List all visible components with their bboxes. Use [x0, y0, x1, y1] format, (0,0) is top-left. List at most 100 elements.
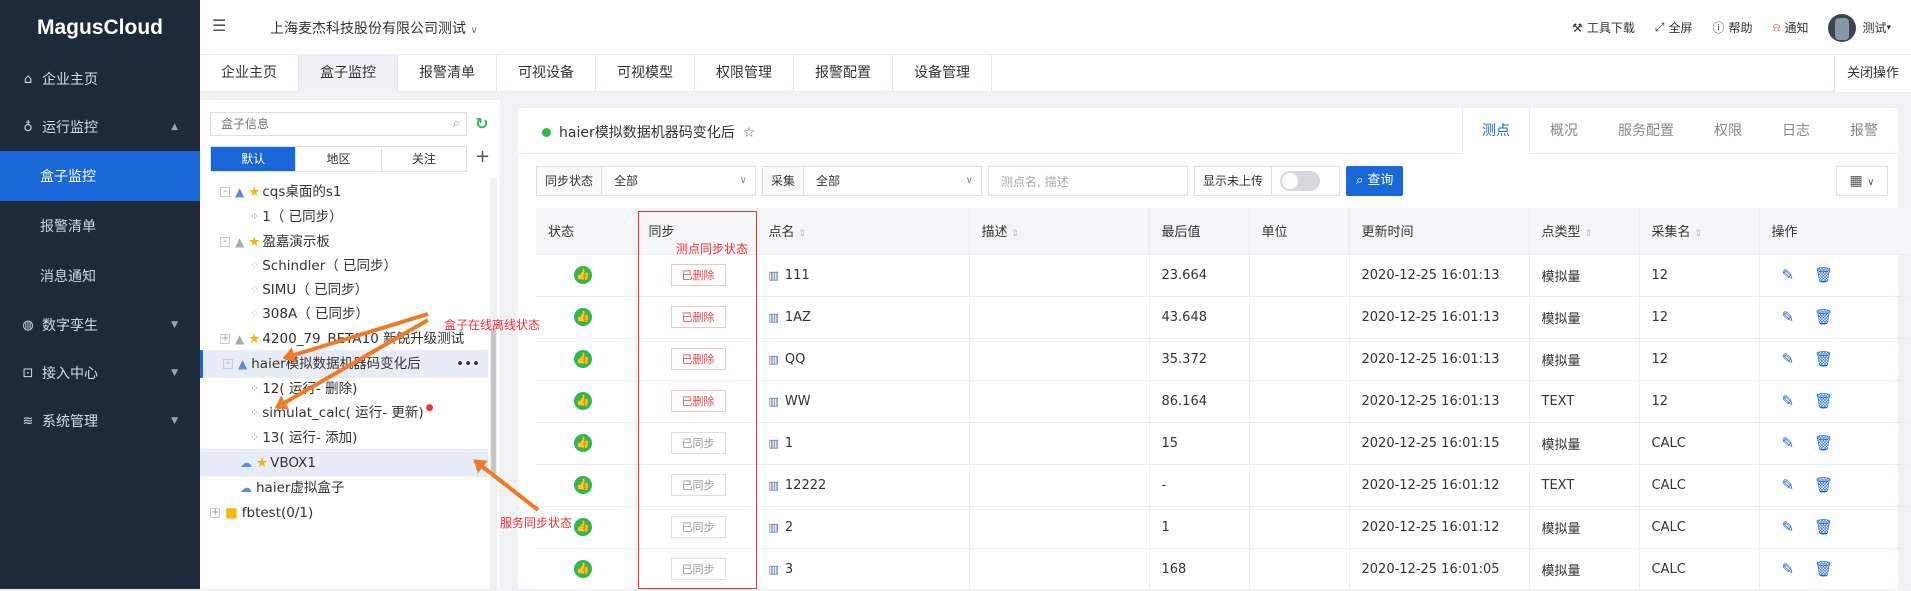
tree-node[interactable]: ⁘ 1（ 已同步）: [250, 203, 343, 231]
tab-device-mgmt[interactable]: 设备管理: [893, 55, 992, 92]
tab-alarm-config[interactable]: 报警配置: [794, 55, 893, 92]
sort-icon[interactable]: ⇕: [1012, 229, 1020, 239]
trend-icon[interactable]: ▥: [769, 437, 779, 450]
col-name[interactable]: 点名 ⇕: [756, 208, 970, 255]
user-menu[interactable]: 测试 ▾: [1828, 13, 1891, 42]
sort-icon[interactable]: ⇕: [799, 229, 807, 239]
refresh-icon[interactable]: ↻: [475, 114, 488, 133]
name-cell[interactable]: ▥ 111: [756, 254, 970, 297]
tab-permission[interactable]: 权限: [1694, 108, 1762, 154]
tab-service-config[interactable]: 服务配置: [1598, 108, 1694, 154]
collect-select[interactable]: 采集 全部 ∨: [762, 166, 982, 196]
tree-node[interactable]: - ▲ ★ cqs桌面的s1: [220, 178, 342, 206]
edit-icon[interactable]: ✎: [1782, 350, 1795, 368]
edit-icon[interactable]: ✎: [1782, 518, 1795, 536]
tab-alarms[interactable]: 报警清单: [398, 55, 497, 92]
sidebar-item-box-monitor[interactable]: 盒子监控: [0, 151, 200, 201]
tab-points[interactable]: 测点: [1462, 108, 1530, 154]
sync-status-select[interactable]: 同步状态 全部 ∨: [536, 166, 756, 196]
tab-log[interactable]: 日志: [1762, 108, 1830, 154]
tree-node[interactable]: ⁘ 13( 运行- 添加): [250, 424, 357, 452]
edit-icon[interactable]: ✎: [1782, 476, 1795, 494]
collapse-icon[interactable]: -: [220, 237, 230, 247]
box-search-input[interactable]: [211, 113, 431, 135]
trend-icon[interactable]: ▥: [769, 311, 779, 324]
expand-icon[interactable]: +: [210, 508, 220, 518]
scrollbar-thumb[interactable]: [491, 328, 496, 478]
tool-download-button[interactable]: ⚒ 工具下载: [1572, 19, 1635, 36]
more-icon[interactable]: •••: [456, 350, 480, 378]
tree-node[interactable]: ⁘ 308A（ 已同步）: [250, 300, 369, 328]
sidebar-item-monitor[interactable]: ♁ 运行监控 ▲: [0, 103, 200, 151]
collapse-icon[interactable]: -: [223, 359, 233, 369]
edit-icon[interactable]: ✎: [1782, 560, 1795, 578]
col-desc[interactable]: 描述 ⇕: [969, 208, 1150, 255]
sort-icon[interactable]: ⇕: [1695, 229, 1703, 239]
tree-node-selected[interactable]: - ▲ haier模拟数据机器码变化后 •••: [200, 350, 488, 378]
tab-visual-device[interactable]: 可视设备: [497, 55, 596, 92]
delete-icon[interactable]: 🗑: [1814, 392, 1833, 410]
edit-icon[interactable]: ✎: [1782, 266, 1795, 284]
sidebar-item-messages[interactable]: 消息通知: [0, 251, 200, 301]
tree-node[interactable]: ☁ haier虚拟盒子: [240, 474, 344, 502]
star-outline-icon[interactable]: ☆: [743, 125, 756, 141]
tab-visual-model[interactable]: 可视模型: [596, 55, 695, 92]
point-search-input[interactable]: 测点名, 描述: [988, 166, 1188, 196]
segment-region[interactable]: 地区: [296, 147, 382, 171]
name-cell[interactable]: ▥ 3: [756, 548, 970, 591]
col-collect[interactable]: 采集名 ⇕: [1639, 208, 1760, 255]
sidebar-item-alarms[interactable]: 报警清单: [0, 201, 200, 251]
company-selector[interactable]: 上海麦杰科技股份有限公司测试 ∨: [270, 18, 478, 38]
show-unuploaded-toggle[interactable]: 显示未上传: [1194, 166, 1340, 196]
tree-node[interactable]: + ■ fbtest(0/1): [210, 499, 313, 527]
add-icon[interactable]: +: [475, 146, 490, 167]
segment-default[interactable]: 默认: [211, 147, 297, 171]
delete-icon[interactable]: 🗑: [1814, 518, 1833, 536]
tab-permission[interactable]: 权限管理: [695, 55, 794, 92]
tab-home[interactable]: 企业主页: [200, 55, 299, 92]
name-cell[interactable]: ▥ 12222: [756, 464, 970, 507]
tab-alarm[interactable]: 报警: [1830, 108, 1898, 154]
delete-icon[interactable]: 🗑: [1814, 476, 1833, 494]
segment-follow[interactable]: 关注: [382, 147, 466, 171]
edit-icon[interactable]: ✎: [1782, 434, 1795, 452]
tab-overview[interactable]: 概况: [1530, 108, 1598, 154]
notify-button[interactable]: ⍾ 通知: [1772, 19, 1808, 36]
column-settings-button[interactable]: ▦ ∨: [1836, 166, 1888, 196]
name-cell[interactable]: ▥ 1: [756, 422, 970, 465]
trend-icon[interactable]: ▥: [769, 353, 779, 366]
sidebar-item-access[interactable]: ⊡ 接入中心 ▼: [0, 349, 200, 397]
trend-icon[interactable]: ▥: [769, 395, 779, 408]
name-cell[interactable]: ▥ 1AZ: [756, 296, 970, 339]
delete-icon[interactable]: 🗑: [1814, 308, 1833, 326]
name-cell[interactable]: ▥ QQ: [756, 338, 970, 381]
close-ops-button[interactable]: 关闭操作: [1833, 55, 1911, 92]
name-cell[interactable]: ▥ 2: [756, 506, 970, 549]
delete-icon[interactable]: 🗑: [1814, 266, 1833, 284]
sidebar-item-system[interactable]: ≋ 系统管理 ▼: [0, 397, 200, 445]
search-icon[interactable]: ⌕: [453, 116, 460, 131]
trend-icon[interactable]: ▥: [769, 479, 779, 492]
tab-box-monitor[interactable]: 盒子监控: [299, 55, 398, 92]
edit-icon[interactable]: ✎: [1782, 392, 1795, 410]
col-type[interactable]: 点类型 ⇕: [1529, 208, 1640, 255]
delete-icon[interactable]: 🗑: [1814, 350, 1833, 368]
fullscreen-button[interactable]: ⤢ 全屏: [1655, 19, 1693, 36]
trend-icon[interactable]: ▥: [769, 521, 779, 534]
toggle-switch[interactable]: [1280, 171, 1321, 191]
delete-icon[interactable]: 🗑: [1814, 560, 1833, 578]
delete-icon[interactable]: 🗑: [1814, 434, 1833, 452]
sidebar-item-twin[interactable]: ◍ 数字孪生 ▼: [0, 301, 200, 349]
trend-icon[interactable]: ▥: [769, 563, 779, 576]
tree-scrollbar[interactable]: [490, 178, 497, 589]
help-button[interactable]: ⓘ 帮助: [1712, 19, 1752, 36]
sort-icon[interactable]: ⇕: [1585, 229, 1593, 239]
name-cell[interactable]: ▥ WW: [756, 380, 970, 423]
sidebar-item-home[interactable]: ⌂ 企业主页: [0, 55, 200, 103]
collapse-icon[interactable]: -: [220, 187, 230, 197]
edit-icon[interactable]: ✎: [1782, 308, 1795, 326]
expand-icon[interactable]: +: [220, 334, 230, 344]
query-button[interactable]: ⌕ 查询: [1346, 166, 1404, 196]
trend-icon[interactable]: ▥: [769, 269, 779, 282]
tree-node[interactable]: ☁ ★ VBOX1: [200, 449, 488, 477]
